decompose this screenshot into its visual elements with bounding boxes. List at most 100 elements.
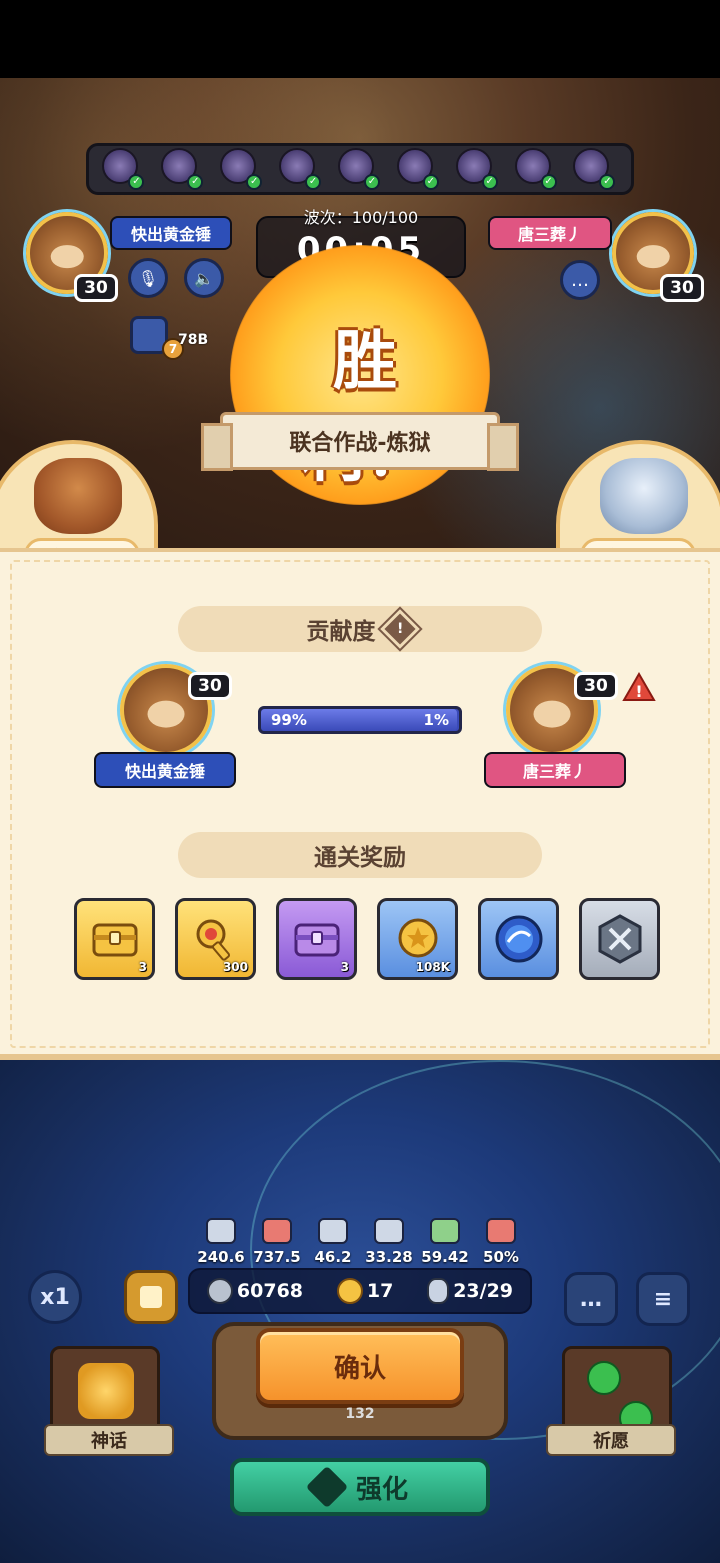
reward-item[interactable]: 300 bbox=[175, 898, 256, 980]
hero-slot[interactable]: ✓ bbox=[514, 148, 559, 190]
reward-item[interactable] bbox=[579, 898, 660, 980]
confirm-label: 确认 bbox=[333, 1353, 386, 1384]
menu-icon: ≡ bbox=[653, 1286, 673, 1312]
hero-slot[interactable]: ✓ bbox=[102, 148, 146, 190]
speed-button[interactable]: x1 bbox=[28, 1270, 82, 1324]
check-icon: ✓ bbox=[246, 174, 263, 190]
mode-label: 联合作战-炼狱 bbox=[289, 431, 431, 456]
auto-icon bbox=[140, 1286, 162, 1308]
silver-amount: 60768 bbox=[236, 1280, 304, 1302]
hero-slot[interactable]: ✓ bbox=[396, 148, 441, 190]
rewards-title: 通关奖励 bbox=[314, 845, 406, 871]
stat-move: 50% bbox=[476, 1218, 526, 1266]
hero-slot[interactable]: ✓ bbox=[220, 148, 264, 190]
warning-icon[interactable]: ! bbox=[622, 671, 656, 702]
reward-count: 300 bbox=[222, 960, 248, 974]
right-mvp-hero-art bbox=[600, 458, 688, 534]
stat-value: 737.5 bbox=[253, 1248, 301, 1266]
info-icon[interactable]: ! bbox=[379, 609, 420, 649]
reward-count: 3 bbox=[138, 960, 147, 974]
check-icon: ✓ bbox=[481, 174, 498, 190]
check-icon: ✓ bbox=[540, 174, 557, 190]
stat-range: 59.42 bbox=[420, 1218, 470, 1266]
myth-label-tag: 神话 bbox=[44, 1424, 174, 1456]
left-player-level-badge: 30 bbox=[74, 274, 118, 302]
left-contributor-name-tag: 快出黄金锤 bbox=[94, 752, 236, 788]
chat-button[interactable]: … bbox=[564, 1272, 618, 1326]
heart-icon bbox=[318, 1218, 348, 1244]
hero-slot[interactable]: ✓ bbox=[573, 148, 617, 190]
svg-text:!: ! bbox=[635, 682, 642, 701]
unit-amount: 23/29 bbox=[453, 1280, 514, 1302]
reward-count: 3 bbox=[340, 960, 349, 974]
stat-value: 33.28 bbox=[365, 1248, 413, 1266]
menu-button[interactable]: ≡ bbox=[636, 1272, 690, 1326]
chat-bubble-icon: … bbox=[580, 1286, 602, 1312]
silver-resource: 60768 bbox=[206, 1278, 304, 1304]
reward-item[interactable]: 3 bbox=[74, 898, 155, 980]
clover-coin-icon bbox=[336, 1278, 363, 1304]
hero-slot[interactable]: ✓ bbox=[337, 148, 382, 190]
check-icon: ✓ bbox=[422, 174, 439, 190]
level-text: 30 bbox=[84, 278, 108, 298]
critical-icon bbox=[262, 1218, 292, 1244]
contribution-title: 贡献度 bbox=[306, 619, 376, 645]
reward-item[interactable]: 108K bbox=[377, 898, 458, 980]
contribution-header: 贡献度 ! bbox=[178, 606, 542, 652]
check-icon: ✓ bbox=[305, 174, 322, 190]
voice-off-icon[interactable]: 🎙 bbox=[128, 258, 168, 298]
chat-icon[interactable]: … bbox=[560, 260, 600, 300]
confirm-button[interactable]: 确认 bbox=[256, 1328, 464, 1404]
level-text: 30 bbox=[670, 278, 694, 298]
clover-icon bbox=[587, 1361, 621, 1395]
level-text: 30 bbox=[584, 676, 608, 696]
myth-emblem-icon bbox=[78, 1363, 134, 1419]
clover-amount: 17 bbox=[366, 1280, 394, 1302]
left-percent: 99% bbox=[271, 711, 307, 729]
blue-orb-icon bbox=[495, 915, 542, 963]
mode-ribbon: 联合作战-炼狱 bbox=[201, 412, 519, 471]
upgrade-arrow-icon bbox=[305, 1465, 349, 1509]
boot-icon bbox=[486, 1218, 516, 1244]
hero-slot[interactable]: ✓ bbox=[455, 148, 500, 190]
right-contributor-level: 30 bbox=[574, 672, 618, 700]
unit-icon bbox=[427, 1278, 450, 1304]
auto-button[interactable] bbox=[124, 1270, 178, 1324]
small-value-text: 78B bbox=[178, 332, 209, 348]
reward-item[interactable] bbox=[478, 898, 559, 980]
left-contributor-level: 30 bbox=[188, 672, 232, 700]
hero-slot[interactable]: ✓ bbox=[161, 148, 205, 190]
fist-icon bbox=[206, 1218, 236, 1244]
speaker-off-icon[interactable]: 🔈 bbox=[184, 258, 224, 298]
gold-coin-icon bbox=[398, 918, 437, 958]
status-bar-area bbox=[0, 0, 720, 78]
reward-count: 108K bbox=[415, 960, 450, 974]
right-percent: 1% bbox=[423, 711, 449, 729]
hero-slot[interactable]: ✓ bbox=[279, 148, 323, 190]
wish-label: 祈愿 bbox=[593, 1431, 629, 1452]
left-player-name-tag: 快出黄金锤 bbox=[110, 216, 232, 250]
gold-chest-icon bbox=[92, 923, 137, 957]
stat-value: 240.6 bbox=[197, 1248, 245, 1266]
clover-resource: 17 bbox=[336, 1278, 394, 1304]
reward-item[interactable]: 3 bbox=[276, 898, 357, 980]
wave-counter: 波次：100/100 bbox=[303, 208, 419, 227]
speed-icon bbox=[374, 1218, 404, 1244]
upgrade-cost: 132 bbox=[345, 1406, 375, 1422]
level-text: 30 bbox=[198, 676, 222, 696]
resource-bar: 60768 17 23/29 bbox=[188, 1268, 532, 1314]
stats-row: 240.6 737.5 46.2 33.28 59.42 50% bbox=[196, 1218, 526, 1266]
wish-label-tag: 祈愿 bbox=[546, 1424, 676, 1456]
rewards-header: 通关奖励 bbox=[178, 832, 542, 878]
right-contributor-name: 唐三葬丿 bbox=[522, 762, 587, 781]
arrow-icon bbox=[430, 1218, 460, 1244]
stat-attack: 240.6 bbox=[196, 1218, 246, 1266]
right-contributor-name-tag: 唐三葬丿 bbox=[484, 752, 626, 788]
upgrade-button[interactable]: 强化 bbox=[230, 1458, 490, 1516]
right-player-name: 唐三葬丿 bbox=[517, 225, 582, 244]
contribution-bar: 99% 1% bbox=[258, 706, 462, 734]
speed-label: x1 bbox=[40, 1284, 70, 1310]
small-count-text: 7 bbox=[168, 342, 178, 356]
stat-value: 59.42 bbox=[421, 1248, 469, 1266]
upgrade-label: 强化 bbox=[355, 1474, 408, 1505]
